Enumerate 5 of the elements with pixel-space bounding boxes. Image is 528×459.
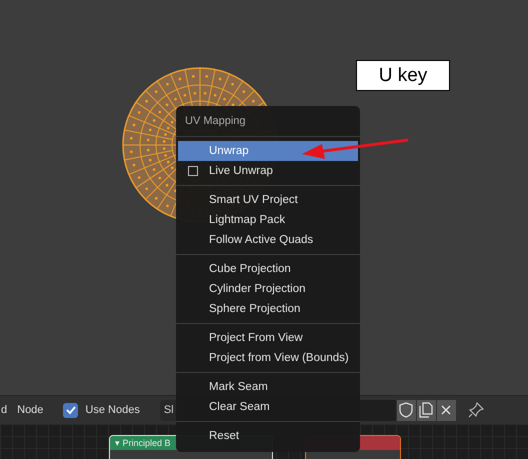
- menu-title: UV Mapping: [184, 114, 247, 129]
- use-nodes-label: Use Nodes: [85, 404, 140, 416]
- node-title: ▾ Principled B: [115, 438, 171, 448]
- header-label: d: [1, 404, 8, 416]
- annotation-label: U key: [356, 60, 450, 91]
